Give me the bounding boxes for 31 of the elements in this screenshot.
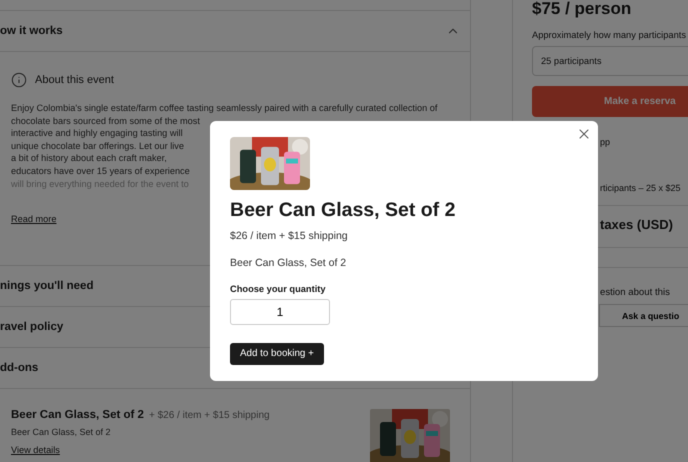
reserve-button[interactable]: Make a reserva: [532, 86, 688, 117]
add-to-booking-button[interactable]: Add to booking +: [230, 342, 324, 365]
price-per-person: $75 / person: [532, 0, 632, 18]
addon-title: Beer Can Glass, Set of 2 + $26 / item + $15 shipping: [11, 409, 270, 421]
total-label: taxes (USD): [599, 217, 674, 232]
description-line: Enjoy Colombia's single estate/farm coffee tasting seamlessly paired with a carefully curated collection of: [11, 102, 438, 115]
ask-question-button[interactable]: Ask a questio: [599, 304, 688, 327]
participants-field[interactable]: 25 participants: [532, 46, 688, 76]
section-heading[interactable]: dd-ons: [0, 362, 38, 374]
question-text: estion about this: [599, 287, 671, 298]
description-line: a bit of history about each craft maker,: [11, 152, 167, 165]
description-line: educators have over 15 years of experience: [11, 164, 190, 178]
dialog-price: $26 / item + $15 shipping: [230, 230, 348, 242]
per-person-text: pp: [599, 137, 612, 147]
view-details-link[interactable]: View details: [11, 445, 60, 455]
quantity-field[interactable]: 1: [230, 299, 330, 325]
addon-description: Beer Can Glass, Set of 2: [11, 427, 112, 437]
section-heading[interactable]: ow it works: [0, 25, 63, 37]
dialog-title: Beer Can Glass, Set of 2: [230, 199, 456, 222]
quantity-label: Choose your quantity: [230, 284, 326, 294]
description-line: unique chocolate bar offerings. Let our live: [11, 140, 184, 152]
description-line: chocolate bars sourced from some of the most: [11, 114, 200, 128]
section-heading[interactable]: ravel policy: [0, 321, 64, 333]
description-line: interactive and highly engaging tasting will: [11, 127, 183, 140]
read-more-link[interactable]: Read more: [11, 214, 56, 224]
participants-label: Approximately how many participants: [532, 30, 687, 40]
price-breakdown: rticipants – 25 x $25: [599, 183, 682, 193]
section-heading[interactable]: nings you'll need: [0, 280, 94, 292]
dialog-description: Beer Can Glass, Set of 2: [230, 257, 346, 269]
about-title: About this event: [35, 74, 114, 86]
info-icon: [11, 72, 27, 88]
